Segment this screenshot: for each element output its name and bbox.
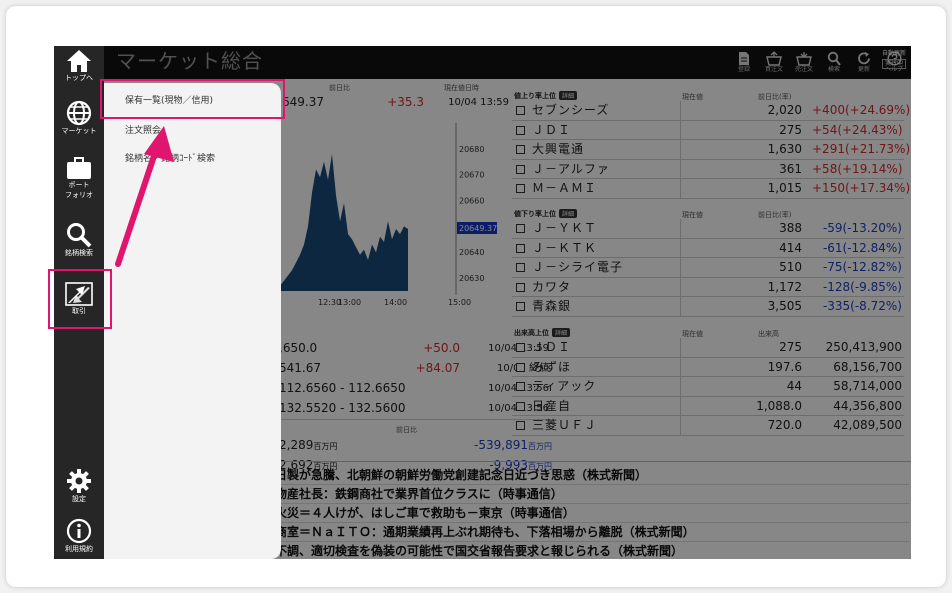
highlight-box-sidebar [48, 269, 112, 329]
sidebar-item-search[interactable]: 銘柄検索 [54, 222, 104, 258]
globe-icon [66, 100, 92, 126]
screenshot-card: トップへ マーケット ポート フォリオ 銘柄検索 取引 設定 利用規約 マーケッ… [6, 6, 946, 587]
search-icon [67, 223, 92, 248]
sidebar-item-settings[interactable]: 設定 [54, 468, 104, 504]
sidebar-item-label: マーケット [61, 127, 97, 135]
sidebar-item-label: ポート フォリオ [65, 181, 93, 199]
highlight-box-menu [100, 79, 285, 119]
info-icon [66, 518, 92, 544]
sidebar-item-label: 設定 [72, 495, 86, 503]
sidebar-item-label: トップへ [65, 74, 93, 82]
home-icon [67, 50, 91, 72]
sidebar-item-label: 利用規約 [65, 545, 93, 553]
sidebar-item-portfolio[interactable]: ポート フォリオ [54, 156, 104, 200]
sidebar-item-top[interactable]: トップへ [54, 49, 104, 83]
briefcase-icon [67, 157, 91, 179]
sidebar-item-label: 銘柄検索 [65, 249, 93, 257]
gear-icon [67, 469, 91, 493]
sidebar-item-terms[interactable]: 利用規約 [54, 518, 104, 554]
sidebar-item-market[interactable]: マーケット [54, 100, 104, 136]
arrow-annotation-icon [115, 126, 174, 267]
